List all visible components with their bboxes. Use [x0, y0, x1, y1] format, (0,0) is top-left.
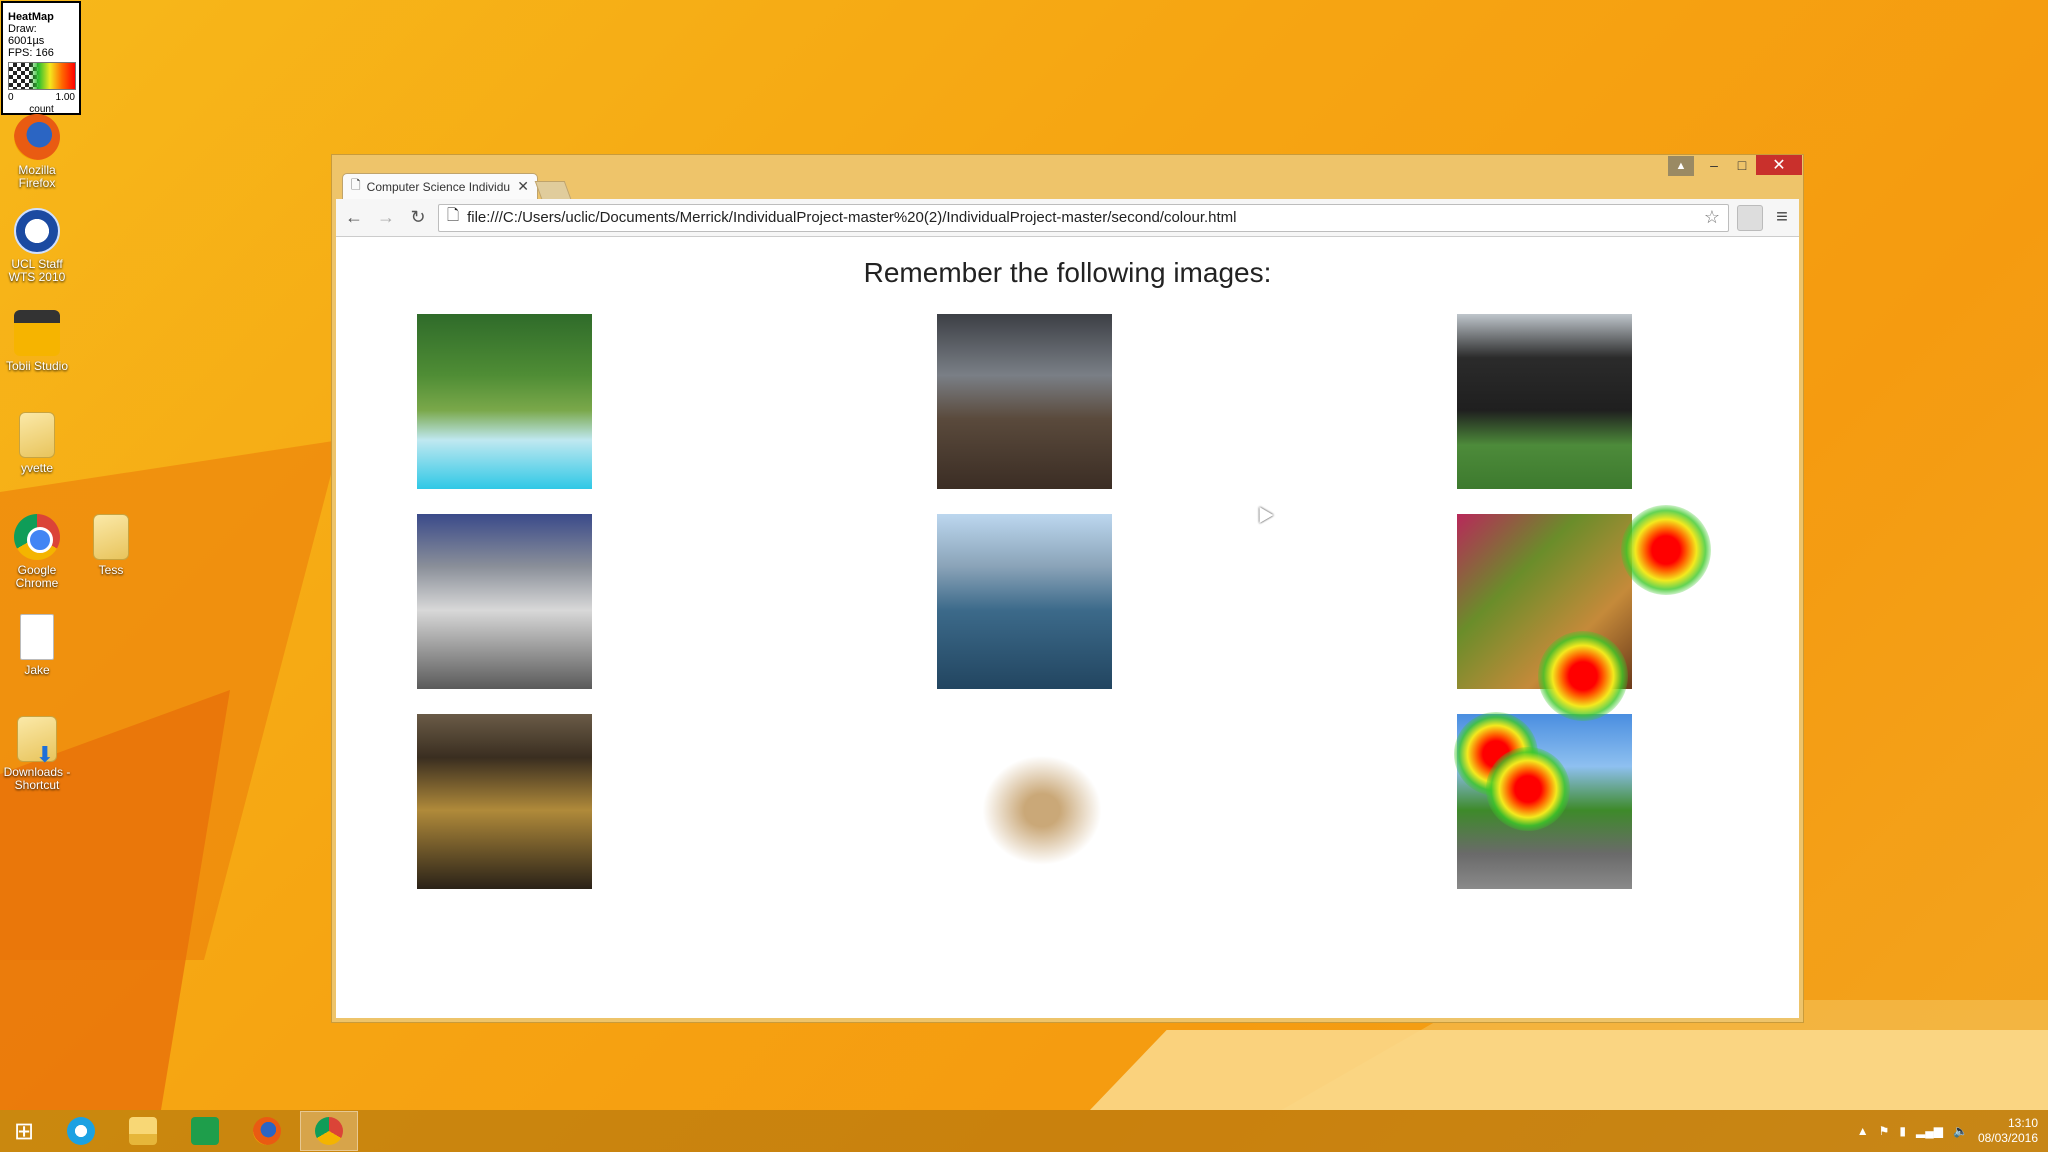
desktop-icon-tobii-studio[interactable]: Tobii Studio	[0, 310, 74, 373]
taskbar-file-explorer[interactable]	[114, 1111, 172, 1151]
internet-explorer-icon	[67, 1117, 95, 1145]
downloads-folder-icon	[17, 716, 57, 762]
system-tray: ▲ ⚑ ▮ ▂▄▆ 🔈 13:10 08/03/2016	[1857, 1110, 2038, 1152]
taskbar-chrome[interactable]	[300, 1111, 358, 1151]
maximize-button[interactable]: □	[1728, 155, 1756, 175]
window-controls: ▲ – □ ✕	[1668, 155, 1802, 177]
desktop-icon-label: yvette	[20, 461, 53, 475]
extension-icon[interactable]	[1737, 204, 1763, 231]
close-tab-icon[interactable]: ✕	[517, 178, 529, 195]
heatmap-title: HeatMap	[8, 11, 54, 23]
volume-icon[interactable]: 🔈	[1953, 1124, 1968, 1138]
folder-icon	[93, 514, 129, 560]
image-rugby-players	[1457, 314, 1632, 489]
minimize-button[interactable]: –	[1700, 155, 1728, 175]
address-bar[interactable]: 🗋 file:///C:/Users/uclic/Documents/Merri…	[438, 203, 1729, 232]
remote-desktop-icon	[14, 208, 60, 254]
bookmark-star-icon[interactable]: ☆	[1704, 207, 1720, 228]
heatmap-legend: HeatMap Draw: 6001µs FPS: 166 0 1.00 cou…	[1, 1, 81, 115]
signal-icon[interactable]: ▂▄▆	[1916, 1124, 1943, 1138]
taskbar: ⊞ ▲ ⚑ ▮ ▂▄▆ 🔈 13:10 08/03/2016	[0, 1110, 2048, 1152]
heatmap-fps: FPS: 166	[8, 47, 54, 59]
image-lake-view	[937, 514, 1112, 689]
flag-icon[interactable]: ⚑	[1879, 1124, 1890, 1138]
tab-active[interactable]: 🗋 Computer Science Individu ✕	[342, 173, 538, 199]
chrome-icon	[315, 1117, 343, 1145]
heatmap-scale-min: 0	[8, 92, 14, 103]
heatmap-scale-max: 1.00	[55, 92, 75, 103]
wallpaper-shape	[1090, 1030, 2048, 1110]
forward-button[interactable]: →	[374, 206, 398, 230]
new-tab-button[interactable]	[534, 181, 572, 199]
image-tropical-beach	[417, 314, 592, 489]
browser-window: ▲ – □ ✕ 🗋 Computer Science Individu ✕ ← …	[331, 154, 1804, 1023]
desktop-icon-yvette[interactable]: yvette	[0, 412, 74, 475]
desktop-icon-label: Downloads - Shortcut	[3, 765, 71, 792]
desktop-icon-google-chrome[interactable]: Google Chrome	[0, 514, 74, 590]
desktop-icon-label: Tobii Studio	[5, 359, 69, 373]
page-icon: 🗋	[351, 178, 361, 192]
file-explorer-icon	[129, 1117, 157, 1145]
taskbar-internet-explorer[interactable]	[52, 1111, 110, 1151]
image-perfume-bottle	[417, 714, 592, 889]
image-fountain-pens	[937, 714, 1112, 889]
desktop-icon-tess[interactable]: Tess	[74, 514, 148, 577]
start-button[interactable]: ⊞	[0, 1110, 48, 1152]
desktop-icon-label: Mozilla Firefox	[18, 163, 56, 190]
heatmap-draw-time: Draw: 6001µs	[8, 23, 45, 47]
desktop-icon-label: UCL Staff WTS 2010	[8, 257, 66, 284]
desktop-icon-downloads[interactable]: Downloads - Shortcut	[0, 716, 74, 792]
gaze-heat-spot	[1621, 505, 1711, 595]
tobii-icon	[14, 310, 60, 356]
address-url: file:///C:/Users/uclic/Documents/Merrick…	[467, 209, 1237, 226]
folder-icon	[19, 412, 55, 458]
clock-time: 13:10	[2007, 1116, 2038, 1130]
network-icon[interactable]: ▮	[1899, 1124, 1906, 1138]
browser-toolbar: ← → ↻ 🗋 file:///C:/Users/uclic/Documents…	[336, 199, 1799, 237]
chrome-icon	[14, 514, 60, 560]
desktop-icon-label: Tess	[98, 563, 124, 577]
close-window-button[interactable]: ✕	[1756, 155, 1802, 175]
taskbar-store[interactable]	[176, 1111, 234, 1151]
clock[interactable]: 13:10 08/03/2016	[1978, 1116, 2038, 1146]
page-viewport: Remember the following images:	[336, 237, 1799, 1018]
menu-icon[interactable]: ≡	[1771, 206, 1793, 229]
desktop-icon-label: Jake	[24, 663, 50, 677]
show-hidden-icons-icon[interactable]: ▲	[1857, 1124, 1869, 1138]
back-button[interactable]: ←	[342, 206, 366, 230]
firefox-icon	[14, 114, 60, 160]
page-icon: 🗋	[447, 207, 460, 224]
document-icon	[20, 614, 54, 660]
tab-title: Computer Science Individu	[366, 179, 511, 194]
reload-button[interactable]: ↻	[406, 206, 430, 230]
taskbar-firefox[interactable]	[238, 1111, 296, 1151]
clock-date: 08/03/2016	[1977, 1131, 2038, 1145]
page-heading: Remember the following images:	[863, 257, 1272, 288]
image-aquarium	[1457, 514, 1632, 689]
image-forest-road	[937, 314, 1112, 489]
desktop-icon-jake[interactable]: Jake	[0, 614, 74, 677]
desktop-icon-ucl-staff[interactable]: UCL Staff WTS 2010	[0, 208, 74, 284]
image-park-stairs	[1457, 714, 1632, 889]
store-icon	[191, 1117, 219, 1145]
heatmap-color-scale	[8, 62, 76, 90]
firefox-icon	[253, 1117, 281, 1145]
image-dishwasher	[417, 514, 592, 689]
mouse-cursor	[1252, 502, 1274, 524]
user-profile-button[interactable]: ▲	[1668, 156, 1694, 176]
desktop-icon-mozilla-firefox[interactable]: Mozilla Firefox	[0, 114, 74, 190]
desktop-icon-label: Google Chrome	[15, 563, 59, 590]
